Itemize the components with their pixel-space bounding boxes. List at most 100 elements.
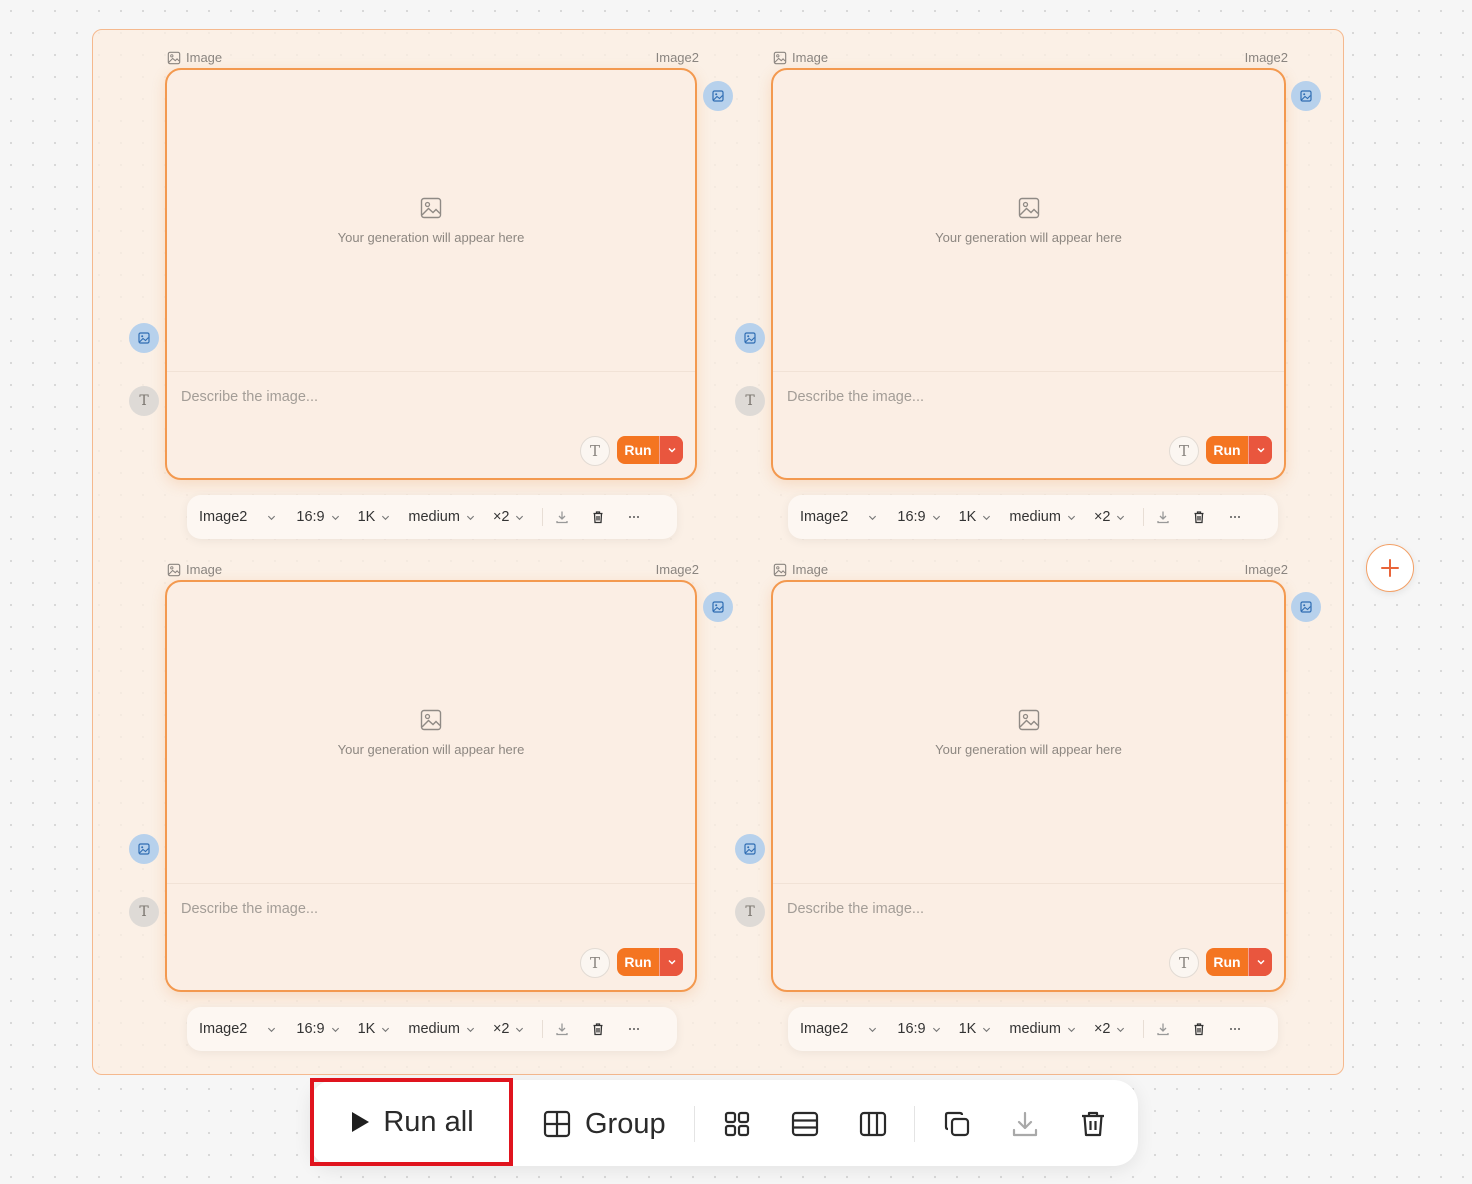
- model-value: Image2: [800, 509, 849, 525]
- download-icon[interactable]: [555, 1022, 569, 1036]
- run-button[interactable]: Run: [1206, 436, 1272, 464]
- model-select[interactable]: Image2: [199, 509, 276, 525]
- more-options-icon[interactable]: [1228, 1022, 1242, 1036]
- text-input-port[interactable]: T: [129, 897, 159, 927]
- run-label[interactable]: Run: [1206, 436, 1248, 464]
- run-options-chevron-icon[interactable]: [1248, 948, 1272, 976]
- run-all-button[interactable]: Run all: [310, 1078, 513, 1166]
- resolution-select[interactable]: 1K: [959, 509, 992, 525]
- generation-preview: Your generation will appear here: [773, 582, 1284, 884]
- quality-select[interactable]: medium: [1009, 509, 1076, 525]
- image-node[interactable]: Image Image2 Your generation will appear…: [92, 542, 733, 1052]
- resolution-select[interactable]: 1K: [358, 509, 391, 525]
- aspect-ratio-select[interactable]: 16:9: [897, 1021, 940, 1037]
- prompt-input[interactable]: [181, 384, 681, 410]
- chevron-down-icon: [983, 515, 991, 520]
- quality-select[interactable]: medium: [1009, 1021, 1076, 1037]
- image-node[interactable]: Image Image2 Your generation will appear…: [698, 542, 1321, 1052]
- chevron-down-icon: [1117, 1027, 1125, 1032]
- node-settings-bar: Image2 16:9 1K medium ×2: [187, 1007, 677, 1051]
- duplicate-icon[interactable]: [941, 1108, 973, 1140]
- run-button[interactable]: Run: [617, 948, 683, 976]
- download-icon[interactable]: [1156, 1022, 1170, 1036]
- text-format-button[interactable]: T: [580, 436, 610, 466]
- run-options-chevron-icon[interactable]: [1248, 436, 1272, 464]
- resolution-select[interactable]: 1K: [959, 1021, 992, 1037]
- chevron-down-icon: [1067, 1027, 1075, 1032]
- image-node[interactable]: Image Image2 Your generation will appear…: [698, 30, 1321, 540]
- text-format-button[interactable]: T: [580, 948, 610, 978]
- image-icon: [773, 51, 787, 64]
- aspect-ratio-select[interactable]: 16:9: [296, 509, 339, 525]
- columns-layout-icon[interactable]: [857, 1108, 889, 1140]
- trash-icon[interactable]: [1192, 1022, 1206, 1036]
- generation-card[interactable]: Your generation will appear here T Run: [771, 580, 1286, 992]
- chevron-down-icon: [382, 1027, 390, 1032]
- image-placeholder-icon: [419, 708, 443, 732]
- count-select[interactable]: ×2: [1094, 509, 1126, 525]
- quality-value: medium: [408, 1021, 460, 1037]
- aspect-ratio-select[interactable]: 16:9: [897, 509, 940, 525]
- divider: [542, 508, 544, 526]
- generation-card[interactable]: Your generation will appear here T Run: [165, 580, 697, 992]
- image-output-port[interactable]: [1291, 81, 1321, 111]
- generation-card[interactable]: Your generation will appear here T Run: [165, 68, 697, 480]
- image-input-port[interactable]: [735, 834, 765, 864]
- text-format-button[interactable]: T: [1169, 436, 1199, 466]
- chevron-down-icon: [466, 515, 474, 520]
- image-placeholder-icon: [1017, 196, 1041, 220]
- quality-select[interactable]: medium: [408, 509, 475, 525]
- model-select[interactable]: Image2: [199, 1021, 276, 1037]
- run-label[interactable]: Run: [1206, 948, 1248, 976]
- prompt-input[interactable]: [787, 896, 1267, 922]
- trash-icon[interactable]: [1077, 1108, 1109, 1140]
- run-button[interactable]: Run: [1206, 948, 1272, 976]
- prompt-input[interactable]: [787, 384, 1267, 410]
- count-select[interactable]: ×2: [493, 509, 525, 525]
- run-label[interactable]: Run: [617, 948, 659, 976]
- download-icon[interactable]: [1009, 1108, 1041, 1140]
- trash-icon[interactable]: [591, 510, 605, 524]
- model-select[interactable]: Image2: [800, 509, 877, 525]
- run-options-chevron-icon[interactable]: [659, 436, 683, 464]
- text-input-port[interactable]: T: [735, 897, 765, 927]
- trash-icon[interactable]: [1192, 510, 1206, 524]
- prompt-input[interactable]: [181, 896, 681, 922]
- trash-icon[interactable]: [591, 1022, 605, 1036]
- text-format-button[interactable]: T: [1169, 948, 1199, 978]
- resolution-value: 1K: [958, 509, 977, 525]
- divider: [542, 1020, 544, 1038]
- count-select[interactable]: ×2: [493, 1021, 525, 1037]
- image-node[interactable]: Image Image2 Your generation will appear…: [92, 30, 733, 540]
- count-select[interactable]: ×2: [1094, 1021, 1126, 1037]
- more-options-icon[interactable]: [627, 1022, 641, 1036]
- more-options-icon[interactable]: [1228, 510, 1242, 524]
- image-input-port[interactable]: [129, 834, 159, 864]
- model-select[interactable]: Image2: [800, 1021, 877, 1037]
- grid-layout-icon[interactable]: [721, 1108, 753, 1140]
- download-icon[interactable]: [1156, 510, 1170, 524]
- text-input-port[interactable]: T: [735, 386, 765, 416]
- image-input-port[interactable]: [129, 323, 159, 353]
- run-options-chevron-icon[interactable]: [659, 948, 683, 976]
- aspect-value: 16:9: [296, 509, 325, 525]
- download-icon[interactable]: [555, 510, 569, 524]
- generation-card[interactable]: Your generation will appear here T Run: [771, 68, 1286, 480]
- image-output-port[interactable]: [1291, 592, 1321, 622]
- text-input-port[interactable]: T: [129, 386, 159, 416]
- quality-value: medium: [1009, 1021, 1061, 1037]
- image-icon: [167, 51, 181, 64]
- image-icon: [1300, 90, 1312, 102]
- group-button[interactable]: Group: [543, 1104, 666, 1144]
- run-button[interactable]: Run: [617, 436, 683, 464]
- aspect-ratio-select[interactable]: 16:9: [296, 1021, 339, 1037]
- image-input-port[interactable]: [735, 323, 765, 353]
- quality-select[interactable]: medium: [408, 1021, 475, 1037]
- add-node-button[interactable]: [1366, 544, 1414, 592]
- more-options-icon[interactable]: [627, 510, 641, 524]
- rows-layout-icon[interactable]: [789, 1108, 821, 1140]
- node-type-label: Image: [773, 50, 828, 65]
- generation-preview: Your generation will appear here: [167, 582, 695, 884]
- run-label[interactable]: Run: [617, 436, 659, 464]
- resolution-select[interactable]: 1K: [358, 1021, 391, 1037]
